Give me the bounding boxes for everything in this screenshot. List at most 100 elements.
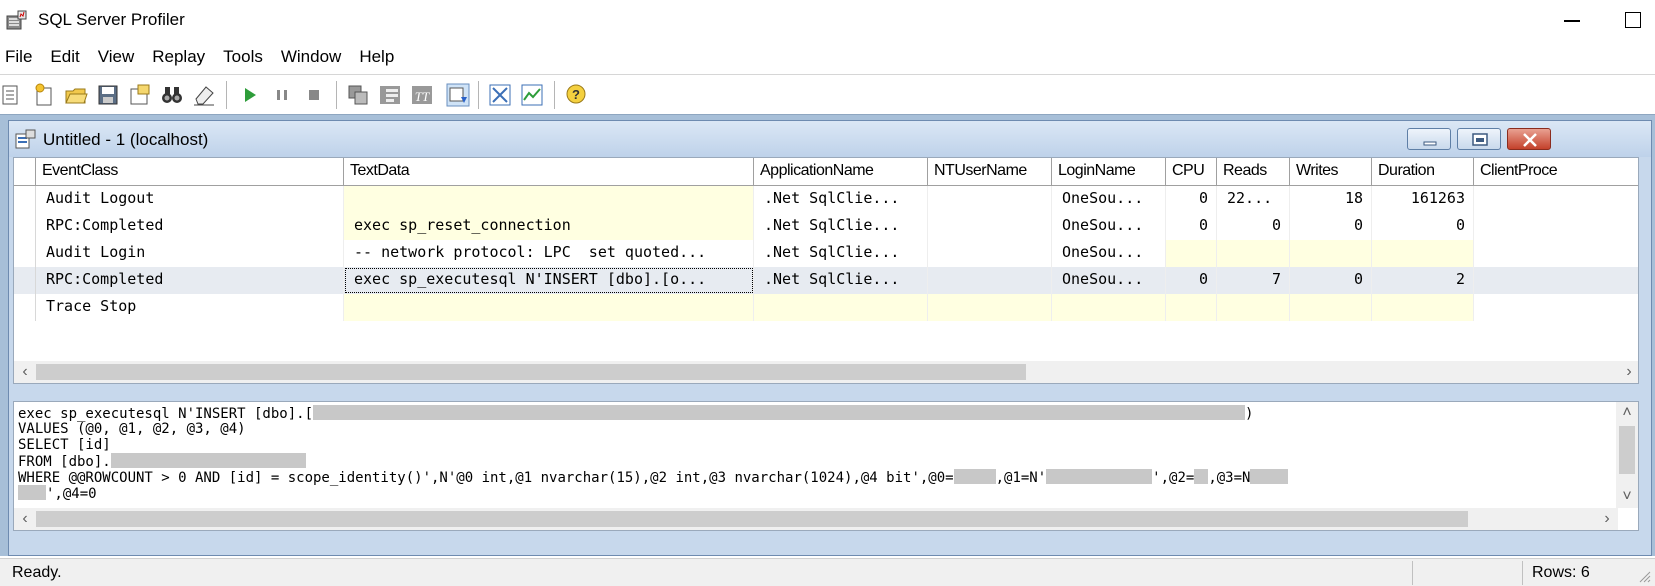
restore-icon bbox=[1472, 133, 1488, 146]
cell-textdata bbox=[344, 186, 754, 213]
event-text-detail-pane[interactable]: exec sp_executesql N'INSERT [dbo].[) VAL… bbox=[13, 401, 1639, 531]
child-close-button[interactable] bbox=[1507, 128, 1551, 150]
detail-horizontal-scrollbar[interactable]: ‹ › bbox=[14, 508, 1618, 530]
detail-line-1: exec sp_executesql N'INSERT [dbo].[) bbox=[18, 405, 1253, 422]
row-selector[interactable] bbox=[14, 213, 36, 240]
cell-ntusername bbox=[928, 240, 1052, 267]
cell-textdata: -- network protocol: LPC set quoted... bbox=[344, 240, 754, 267]
properties-icon[interactable] bbox=[128, 83, 152, 107]
close-icon bbox=[1523, 133, 1537, 147]
menu-window[interactable]: Window bbox=[276, 42, 350, 72]
scroll-left-arrow-icon[interactable]: ‹ bbox=[14, 361, 36, 383]
sql-profiler-app-icon bbox=[6, 10, 27, 30]
scrollbar-thumb[interactable] bbox=[36, 364, 1026, 380]
table-row-selected[interactable]: RPC:Completed exec sp_executesql N'INSER… bbox=[14, 267, 1638, 294]
column-filter-icon[interactable] bbox=[378, 83, 402, 107]
menu-view[interactable]: View bbox=[93, 42, 144, 72]
table-row[interactable]: Audit Login -- network protocol: LPC set… bbox=[14, 240, 1638, 267]
clear-trace-eraser-icon[interactable] bbox=[192, 83, 216, 107]
cell-duration: 2 bbox=[1372, 267, 1474, 294]
cell-eventclass: Audit Logout bbox=[36, 186, 344, 213]
detail-line-4: FROM [dbo]. bbox=[18, 453, 306, 470]
cell-applicationname: .Net SqlClie... bbox=[754, 267, 928, 294]
cell-writes: 0 bbox=[1290, 267, 1372, 294]
cell-eventclass: RPC:Completed bbox=[36, 267, 344, 294]
run-trace-play-icon[interactable] bbox=[238, 83, 262, 107]
find-binoculars-icon[interactable] bbox=[160, 83, 184, 107]
column-header-applicationname[interactable]: ApplicationName bbox=[754, 158, 928, 186]
cell-textdata-focused[interactable]: exec sp_executesql N'INSERT [dbo].[o... bbox=[344, 267, 754, 294]
child-restore-button[interactable] bbox=[1457, 128, 1501, 150]
detail-line-4-text: FROM [dbo]. bbox=[18, 454, 111, 470]
cell-ntusername bbox=[928, 267, 1052, 294]
new-template-icon[interactable] bbox=[32, 83, 56, 107]
menu-replay[interactable]: Replay bbox=[147, 42, 214, 72]
scroll-down-arrow-icon[interactable]: ˅ bbox=[1616, 486, 1638, 508]
cell-reads bbox=[1217, 294, 1290, 321]
row-selector[interactable] bbox=[14, 240, 36, 267]
detail-vertical-scrollbar[interactable]: ˄ ˅ bbox=[1616, 402, 1638, 508]
column-header-writes[interactable]: Writes bbox=[1290, 158, 1372, 186]
scrollbar-thumb[interactable] bbox=[36, 511, 1468, 527]
trace-window: Untitled - 1 (localhost) EventClass Text… bbox=[8, 120, 1652, 556]
database-tuning-advisor-icon[interactable] bbox=[488, 83, 512, 107]
detail-line-3: SELECT [id] bbox=[18, 437, 111, 453]
cell-textdata bbox=[344, 294, 754, 321]
row-selector[interactable] bbox=[14, 186, 36, 213]
pause-trace-icon[interactable] bbox=[270, 83, 294, 107]
menu-help[interactable]: Help bbox=[354, 42, 403, 72]
auto-scroll-icon[interactable] bbox=[446, 83, 470, 107]
column-header-cpu[interactable]: CPU bbox=[1166, 158, 1217, 186]
table-row[interactable]: Audit Logout .Net SqlClie... OneSou... 0… bbox=[14, 186, 1638, 213]
cell-writes: 18 bbox=[1290, 186, 1372, 213]
cell-cpu bbox=[1166, 294, 1217, 321]
row-selector[interactable] bbox=[14, 294, 36, 321]
status-panel-divider bbox=[1522, 561, 1523, 585]
redacted-text bbox=[110, 453, 306, 468]
resize-grip-icon[interactable] bbox=[1635, 567, 1651, 583]
cell-reads bbox=[1217, 240, 1290, 267]
column-header-clientprocessid[interactable]: ClientProce bbox=[1474, 158, 1638, 186]
trace-properties-icon[interactable] bbox=[346, 83, 370, 107]
cell-writes bbox=[1290, 240, 1372, 267]
cell-writes: 0 bbox=[1290, 213, 1372, 240]
maximize-button[interactable] bbox=[1618, 8, 1648, 32]
save-icon[interactable] bbox=[96, 83, 120, 107]
table-row[interactable]: RPC:Completed exec sp_reset_connection .… bbox=[14, 213, 1638, 240]
grid-horizontal-scrollbar[interactable]: ‹ › bbox=[14, 361, 1638, 383]
trace-events-grid[interactable]: EventClass TextData ApplicationName NTUs… bbox=[13, 157, 1639, 384]
column-header-textdata[interactable]: TextData bbox=[344, 158, 754, 186]
redacted-text bbox=[1194, 469, 1209, 484]
scroll-up-arrow-icon[interactable]: ˄ bbox=[1616, 402, 1638, 424]
status-text: Ready. bbox=[12, 564, 62, 581]
trace-window-title-bar: Untitled - 1 (localhost) bbox=[9, 121, 1651, 157]
column-header-ntusername[interactable]: NTUserName bbox=[928, 158, 1052, 186]
new-trace-icon[interactable] bbox=[0, 83, 24, 107]
scroll-right-arrow-icon[interactable]: › bbox=[1618, 361, 1638, 383]
help-icon[interactable]: ? bbox=[564, 83, 588, 107]
column-header-duration[interactable]: Duration bbox=[1372, 158, 1474, 186]
detail-line-6-text: ',@4=0 bbox=[46, 486, 97, 502]
minimize-button[interactable] bbox=[1556, 8, 1586, 32]
performance-monitor-icon[interactable] bbox=[520, 83, 544, 107]
table-row[interactable]: Trace Stop bbox=[14, 294, 1638, 321]
text-data-icon[interactable]: TT bbox=[410, 83, 434, 107]
scroll-right-arrow-icon[interactable]: › bbox=[1596, 508, 1618, 530]
open-folder-icon[interactable] bbox=[64, 83, 88, 107]
cell-duration bbox=[1372, 294, 1474, 321]
menu-edit[interactable]: Edit bbox=[45, 42, 88, 72]
row-selector[interactable] bbox=[14, 267, 36, 294]
cell-textdata: exec sp_reset_connection bbox=[344, 213, 754, 240]
cell-applicationname: .Net SqlClie... bbox=[754, 186, 928, 213]
menu-tools[interactable]: Tools bbox=[218, 42, 272, 72]
child-minimize-button[interactable] bbox=[1407, 128, 1451, 150]
menu-file[interactable]: File bbox=[0, 42, 41, 72]
column-header-reads[interactable]: Reads bbox=[1217, 158, 1290, 186]
redacted-text bbox=[313, 405, 1246, 420]
toolbar-separator bbox=[478, 81, 479, 109]
scrollbar-thumb[interactable] bbox=[1619, 426, 1635, 474]
scroll-left-arrow-icon[interactable]: ‹ bbox=[14, 508, 36, 530]
column-header-loginname[interactable]: LoginName bbox=[1052, 158, 1166, 186]
column-header-eventclass[interactable]: EventClass bbox=[36, 158, 344, 186]
stop-trace-icon[interactable] bbox=[302, 83, 326, 107]
